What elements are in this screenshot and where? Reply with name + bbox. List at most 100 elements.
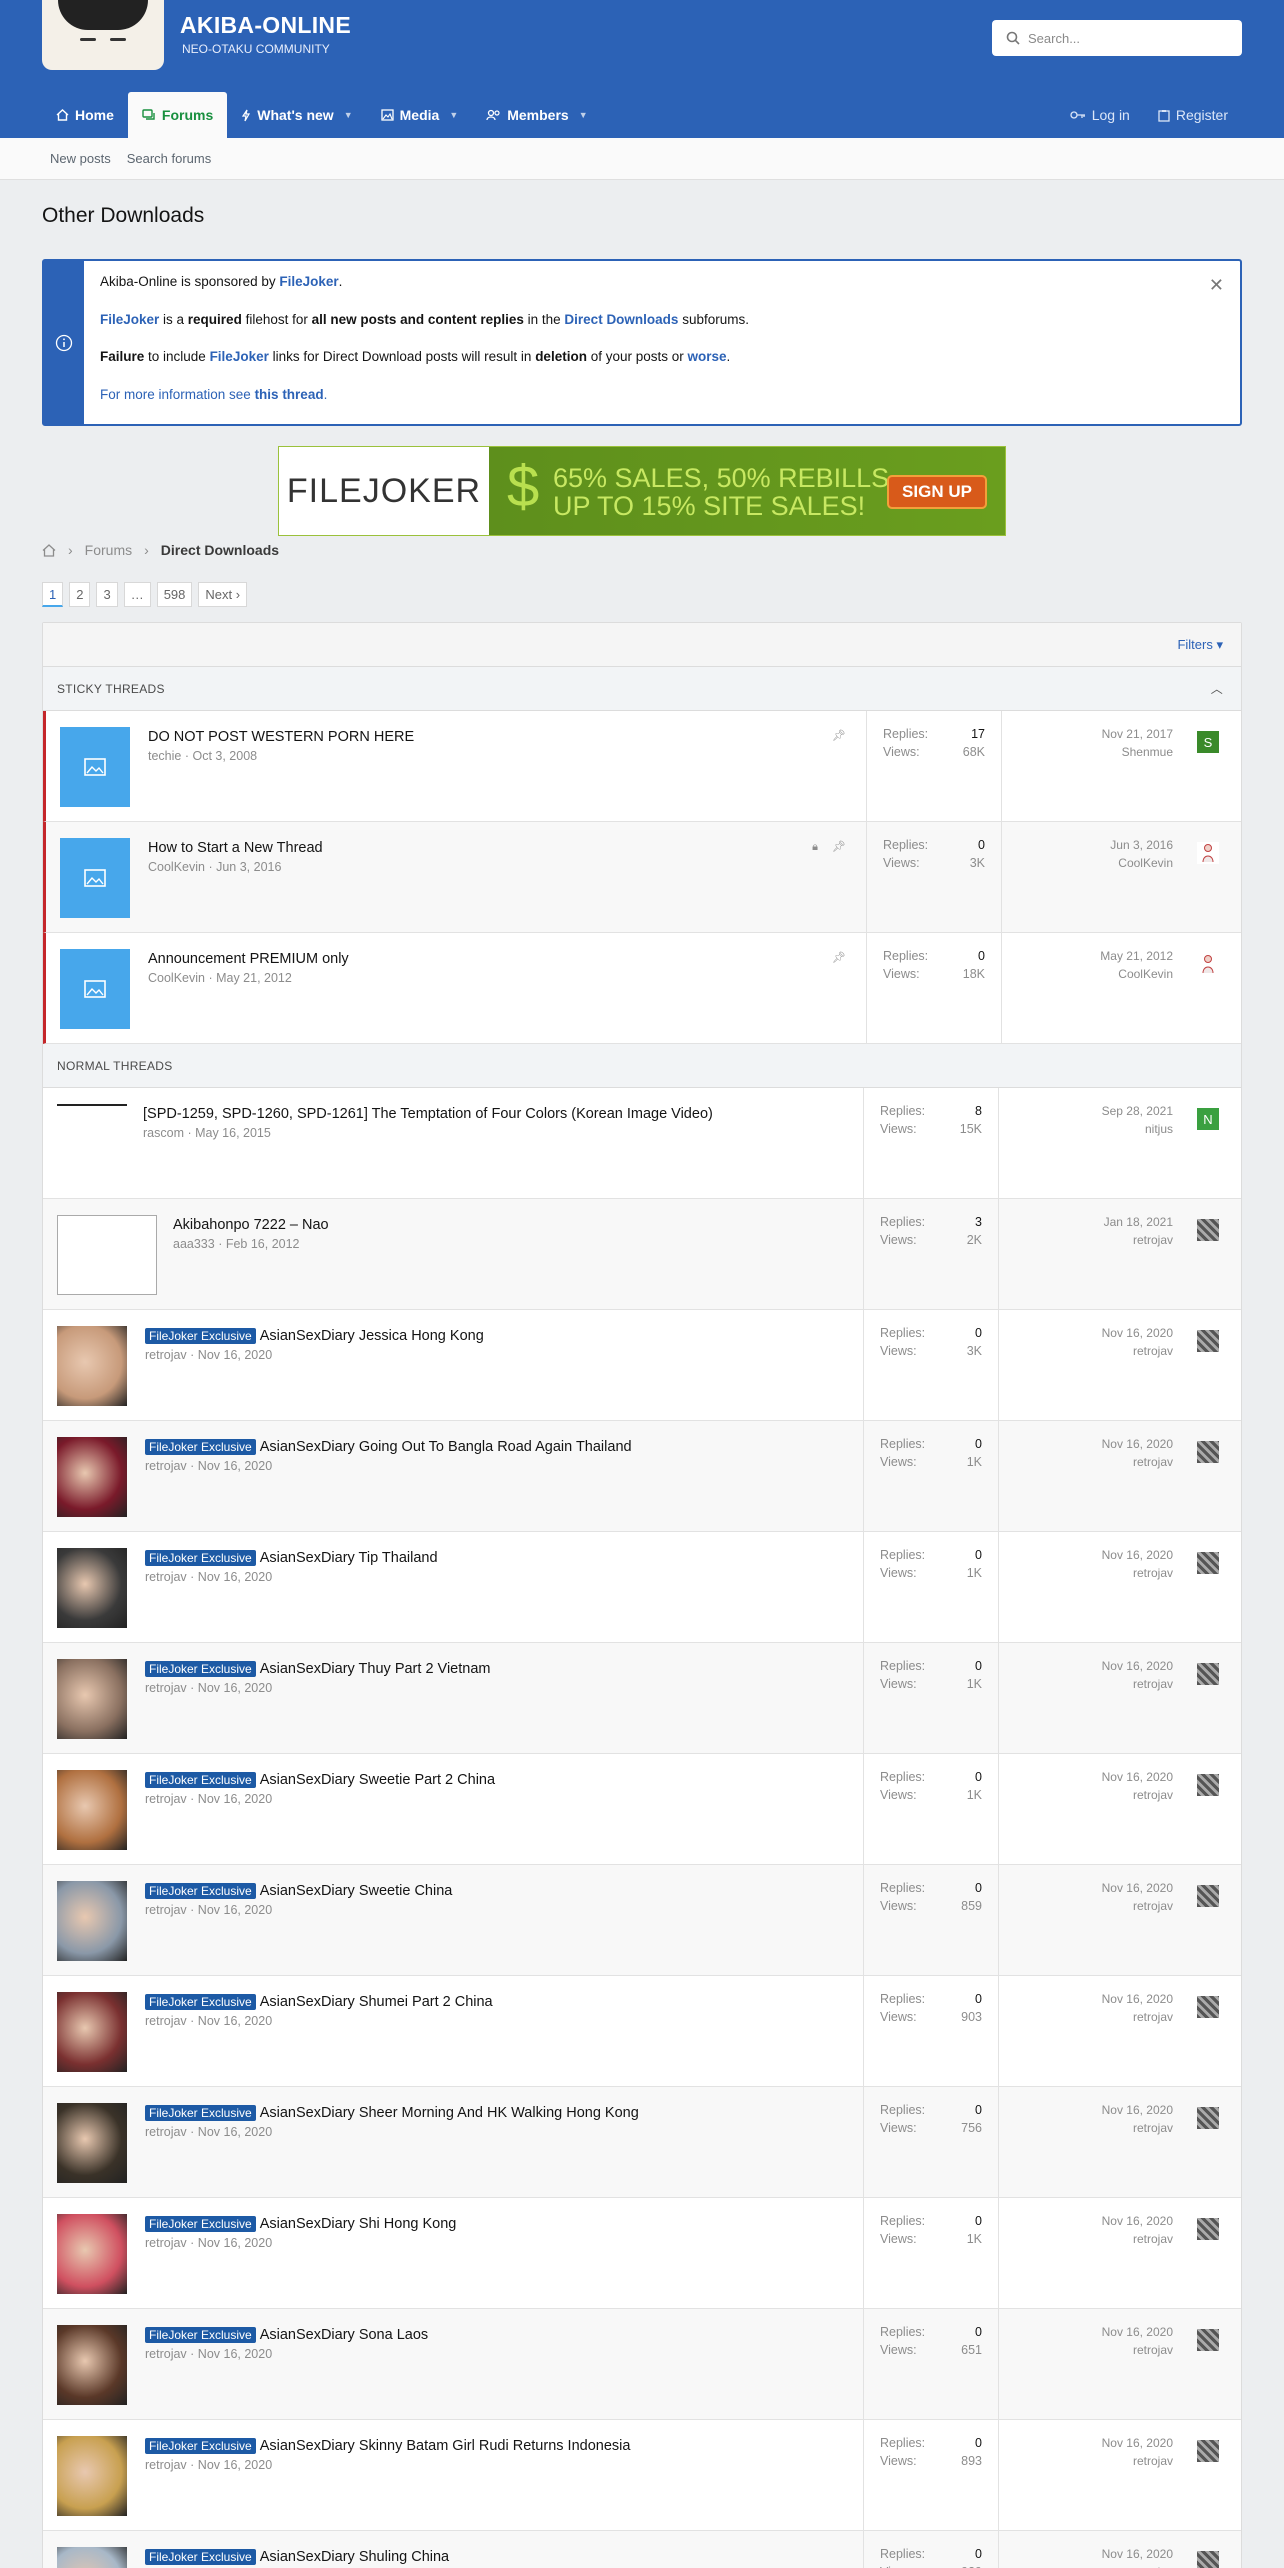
thread-thumbnail[interactable] <box>57 2325 127 2405</box>
filejoker-exclusive-label[interactable]: FileJoker Exclusive <box>145 1883 256 1899</box>
avatar[interactable] <box>1197 2218 1219 2240</box>
last-post-date[interactable]: Nov 16, 2020 <box>1102 2436 1173 2450</box>
home-icon[interactable] <box>42 543 56 557</box>
thread-title[interactable]: [SPD-1259, SPD-1260, SPD-1261] The Tempt… <box>143 1106 713 1122</box>
thread-date[interactable]: Nov 16, 2020 <box>198 1459 272 1473</box>
thread-author[interactable]: retrojav <box>145 2458 187 2472</box>
last-post-user[interactable]: CoolKevin <box>1118 967 1173 981</box>
thread-row[interactable]: FileJoker Exclusive AsianSexDiary Sweetie… <box>43 1754 1241 1865</box>
nav-whats-new[interactable]: What's new ▼ <box>227 92 366 138</box>
thread-title[interactable]: How to Start a New Thread <box>148 840 323 856</box>
sticky-thread-row[interactable]: How to Start a New Thread CoolKevin · Jun… <box>43 822 1241 933</box>
chevron-down-icon[interactable]: ▼ <box>449 110 458 120</box>
thread-thumbnail[interactable] <box>57 1437 127 1517</box>
last-post-user[interactable]: retrojav <box>1133 2121 1173 2135</box>
thread-title[interactable]: FileJoker Exclusive AsianSexDiary Shi Hon… <box>145 2216 456 2232</box>
filejoker-exclusive-label[interactable]: FileJoker Exclusive <box>145 1994 256 2010</box>
filejoker-link[interactable]: FileJoker <box>100 312 159 327</box>
last-post-user[interactable]: retrojav <box>1133 2232 1173 2246</box>
thread-date[interactable]: May 21, 2012 <box>216 971 292 985</box>
avatar[interactable] <box>1197 842 1219 864</box>
last-post-user[interactable]: retrojav <box>1133 1455 1173 1469</box>
next-page-button[interactable]: Next › <box>198 582 248 607</box>
thread-author[interactable]: retrojav <box>145 1681 187 1695</box>
thread-row[interactable]: FileJoker Exclusive AsianSexDiary Skinny … <box>43 2420 1241 2531</box>
thread-date[interactable]: Oct 3, 2008 <box>192 749 257 763</box>
thread-thumbnail[interactable] <box>60 949 130 1029</box>
thread-author[interactable]: retrojav <box>145 2125 187 2139</box>
thread-thumbnail[interactable] <box>57 2103 127 2183</box>
thread-date[interactable]: Nov 16, 2020 <box>198 2347 272 2361</box>
thread-author[interactable]: retrojav <box>145 1570 187 1584</box>
thread-row[interactable]: FileJoker Exclusive AsianSexDiary Shumei … <box>43 1976 1241 2087</box>
thread-thumbnail[interactable] <box>57 1326 127 1406</box>
thread-author[interactable]: aaa333 <box>173 1237 215 1251</box>
nav-home[interactable]: Home <box>42 92 128 138</box>
sticky-thread-row[interactable]: DO NOT POST WESTERN PORN HERE techie · Oc… <box>43 711 1241 822</box>
last-post-user[interactable]: nitjus <box>1145 1122 1173 1136</box>
last-post-date[interactable]: Nov 16, 2020 <box>1102 2325 1173 2339</box>
last-post-user[interactable]: retrojav <box>1133 2010 1173 2024</box>
filejoker-link[interactable]: FileJoker <box>279 274 338 289</box>
sticky-thread-row[interactable]: Announcement PREMIUM only CoolKevin · May… <box>43 933 1241 1044</box>
site-title[interactable]: AKIBA-ONLINE <box>180 12 351 39</box>
nav-members[interactable]: Members ▼ <box>472 92 601 138</box>
thread-thumbnail[interactable] <box>57 1992 127 2072</box>
last-post-date[interactable]: Nov 16, 2020 <box>1102 1992 1173 2006</box>
last-post-user[interactable]: Shenmue <box>1122 745 1173 759</box>
last-post-user[interactable]: retrojav <box>1133 2454 1173 2468</box>
thread-date[interactable]: Nov 16, 2020 <box>198 1903 272 1917</box>
thread-author[interactable]: retrojav <box>145 1348 187 1362</box>
avatar[interactable] <box>1197 1330 1219 1352</box>
last-post-date[interactable]: Nov 16, 2020 <box>1102 2103 1173 2117</box>
thread-row[interactable]: FileJoker Exclusive AsianSexDiary Sweetie… <box>43 1865 1241 1976</box>
thread-author[interactable]: retrojav <box>145 2236 187 2250</box>
avatar[interactable]: S <box>1197 731 1219 753</box>
filejoker-exclusive-label[interactable]: FileJoker Exclusive <box>145 2438 256 2454</box>
thread-title[interactable]: FileJoker Exclusive AsianSexDiary Shumei … <box>145 1994 493 2010</box>
worse-link[interactable]: worse <box>688 349 727 364</box>
filejoker-exclusive-label[interactable]: FileJoker Exclusive <box>145 2105 256 2121</box>
signup-button[interactable]: SIGN UP <box>887 475 987 509</box>
last-post-date[interactable]: Nov 16, 2020 <box>1102 1548 1173 1562</box>
avatar[interactable] <box>1197 1552 1219 1574</box>
breadcrumb-current[interactable]: Direct Downloads <box>161 542 279 558</box>
avatar[interactable] <box>1197 1996 1219 2018</box>
thread-date[interactable]: Jun 3, 2016 <box>216 860 281 874</box>
last-post-user[interactable]: retrojav <box>1133 1344 1173 1358</box>
last-post-date[interactable]: Nov 16, 2020 <box>1102 1659 1173 1673</box>
thread-author[interactable]: rascom <box>143 1126 184 1140</box>
avatar[interactable] <box>1197 2551 1219 2568</box>
thread-date[interactable]: Nov 16, 2020 <box>198 1792 272 1806</box>
thread-author[interactable]: CoolKevin <box>148 860 205 874</box>
last-post-date[interactable]: Jan 18, 2021 <box>1104 1215 1173 1229</box>
thread-row[interactable]: Akibahonpo 7222 – Nao aaa333 · Feb 16, 20… <box>43 1199 1241 1310</box>
filejoker-exclusive-label[interactable]: FileJoker Exclusive <box>145 1772 256 1788</box>
last-post-date[interactable]: Jun 3, 2016 <box>1110 838 1173 852</box>
thread-date[interactable]: Nov 16, 2020 <box>198 2014 272 2028</box>
avatar[interactable] <box>1197 1774 1219 1796</box>
page-last[interactable]: 598 <box>156 582 193 607</box>
thread-date[interactable]: Nov 16, 2020 <box>198 2236 272 2250</box>
filejoker-banner[interactable]: FILEJOKER $ 65% SALES, 50% REBILLS UP TO… <box>278 446 1006 536</box>
thread-author[interactable]: retrojav <box>145 2014 187 2028</box>
last-post-date[interactable]: Nov 16, 2020 <box>1102 2214 1173 2228</box>
thread-author[interactable]: CoolKevin <box>148 971 205 985</box>
page-ellipsis[interactable]: … <box>123 582 151 607</box>
thread-row[interactable]: FileJoker Exclusive AsianSexDiary Jessica… <box>43 1310 1241 1421</box>
last-post-user[interactable]: retrojav <box>1133 1677 1173 1691</box>
thread-row[interactable]: FileJoker Exclusive AsianSexDiary Sheer M… <box>43 2087 1241 2198</box>
thread-title[interactable]: Akibahonpo 7222 – Nao <box>173 1217 329 1233</box>
thread-date[interactable]: Nov 16, 2020 <box>198 1348 272 1362</box>
filejoker-link[interactable]: FileJoker <box>210 349 269 364</box>
last-post-date[interactable]: Sep 28, 2021 <box>1102 1104 1173 1118</box>
filejoker-exclusive-label[interactable]: FileJoker Exclusive <box>145 1439 256 1455</box>
thread-date[interactable]: Nov 16, 2020 <box>198 1681 272 1695</box>
thread-row[interactable]: FileJoker Exclusive AsianSexDiary Going O… <box>43 1421 1241 1532</box>
page-2[interactable]: 2 <box>69 582 91 607</box>
thread-date[interactable]: Nov 16, 2020 <box>198 1570 272 1584</box>
thread-author[interactable]: retrojav <box>145 1903 187 1917</box>
search-forums-link[interactable]: Search forums <box>127 151 212 166</box>
avatar[interactable]: N <box>1197 1108 1219 1130</box>
avatar[interactable] <box>1197 2440 1219 2462</box>
